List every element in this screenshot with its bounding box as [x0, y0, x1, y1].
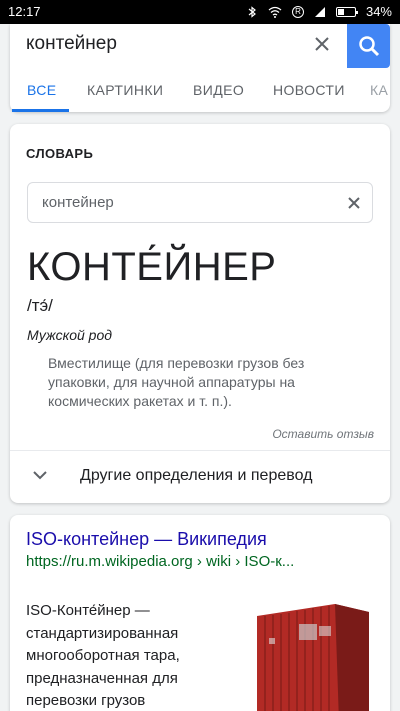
more-definitions-button[interactable]: Другие определения и перевод — [10, 451, 390, 503]
dictionary-search-value[interactable]: контейнер — [42, 194, 114, 211]
tab-news[interactable]: НОВОСТИ — [273, 82, 345, 98]
headword: КОНТЕ́ЙНЕР — [27, 245, 277, 289]
chevron-down-icon — [33, 471, 47, 480]
definition-text: Вместилище (для перевозки грузов без упа… — [48, 355, 305, 409]
part-of-speech: Мужской род — [27, 327, 112, 343]
status-icons: R 34% — [246, 4, 392, 19]
tab-all[interactable]: ВСЕ — [27, 82, 57, 98]
tab-video[interactable]: ВИДЕО — [193, 82, 244, 98]
search-header: контейнер ВСЕ КАРТИНКИ ВИДЕО НОВОСТИ КА — [10, 24, 390, 112]
result-title-link[interactable]: ISO-контейнер — Википедия — [26, 529, 267, 550]
pronunciation: /тэ́/ — [27, 296, 53, 315]
tab-images[interactable]: КАРТИНКИ — [87, 82, 163, 98]
search-button[interactable] — [347, 24, 390, 68]
dictionary-card: СЛОВАРЬ контейнер КОНТЕ́ЙНЕР /тэ́/ Мужск… — [10, 124, 390, 503]
shipping-container-image — [257, 604, 369, 711]
result-thumbnail[interactable] — [255, 602, 371, 711]
tab-more[interactable]: КА — [370, 82, 388, 98]
search-input[interactable]: контейнер — [26, 33, 117, 55]
more-definitions-label: Другие определения и перевод — [80, 467, 313, 484]
search-bar: контейнер — [10, 24, 390, 68]
battery-percent: 34% — [365, 4, 392, 19]
feedback-link[interactable]: Оставить отзыв — [272, 427, 374, 441]
signal-icon — [314, 6, 325, 17]
result-snippet: ISO-Конте́йнер — стандартизированная мно… — [26, 602, 180, 709]
bluetooth-icon — [248, 5, 256, 18]
search-tabs: ВСЕ КАРТИНКИ ВИДЕО НОВОСТИ КА — [10, 76, 390, 112]
search-icon — [358, 36, 379, 57]
dictionary-clear-icon[interactable] — [348, 192, 360, 214]
dictionary-search-field[interactable]: контейнер — [27, 182, 373, 223]
status-bar: 12:17 R 34% — [0, 0, 400, 24]
result-url[interactable]: https://ru.m.wikipedia.org › wiki › ISO-… — [26, 553, 294, 570]
clear-icon[interactable] — [310, 32, 334, 56]
wifi-icon — [268, 6, 282, 18]
dictionary-heading: СЛОВАРЬ — [26, 146, 94, 161]
active-tab-indicator — [12, 109, 69, 112]
search-result-card: ISO-контейнер — Википедия https://ru.m.w… — [10, 515, 390, 711]
registered-icon: R — [291, 5, 304, 18]
status-time: 12:17 — [8, 4, 41, 19]
battery-icon — [335, 6, 358, 17]
